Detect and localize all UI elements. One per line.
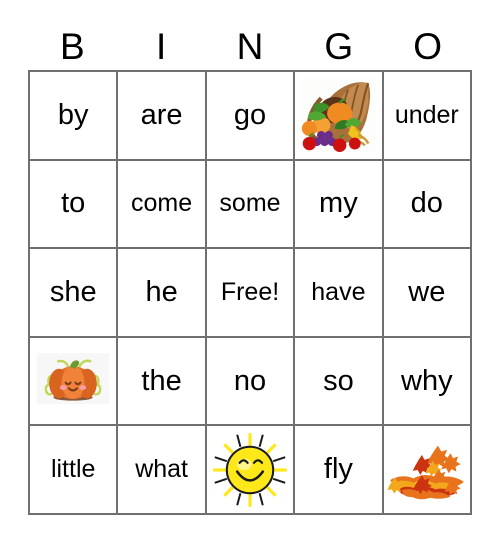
bingo-cell[interactable]: come bbox=[118, 160, 207, 250]
header-letter-b: B bbox=[60, 25, 85, 67]
cell-label: come bbox=[131, 189, 193, 218]
bingo-cell[interactable]: are bbox=[118, 72, 207, 161]
cell-label: are bbox=[140, 98, 183, 131]
cell-label: what bbox=[135, 455, 188, 484]
cell-label: he bbox=[145, 275, 178, 308]
bingo-cell[interactable]: he bbox=[118, 249, 207, 338]
cell-label: some bbox=[219, 189, 281, 218]
bingo-cell[interactable]: why bbox=[383, 337, 472, 427]
bingo-cell[interactable]: my bbox=[295, 160, 384, 250]
cell-label: why bbox=[401, 364, 453, 397]
bingo-card: B I N G O by are go under to come some m… bbox=[0, 0, 500, 544]
bingo-cell[interactable]: little bbox=[30, 426, 119, 515]
bingo-cell[interactable]: do bbox=[383, 160, 472, 250]
header-letter-n: N bbox=[236, 25, 264, 67]
header-letter-g: G bbox=[324, 25, 354, 67]
cell-label: go bbox=[233, 98, 267, 131]
bingo-header: B I N G O bbox=[28, 22, 472, 70]
bingo-cell[interactable]: we bbox=[383, 249, 472, 338]
bingo-cell[interactable]: she bbox=[30, 249, 119, 338]
bingo-cell[interactable]: so bbox=[295, 337, 384, 427]
bingo-cell[interactable]: fly bbox=[295, 426, 384, 515]
cell-label: the bbox=[141, 364, 182, 397]
cell-label: do bbox=[410, 187, 443, 220]
cell-label: Free! bbox=[220, 277, 280, 306]
bingo-cell[interactable]: under bbox=[383, 72, 472, 161]
bingo-cell[interactable] bbox=[383, 426, 472, 515]
cornucopia-icon bbox=[295, 72, 381, 159]
header-letter-o: O bbox=[413, 25, 442, 67]
bingo-grid: by are go under to come some my do she h… bbox=[28, 70, 472, 515]
bingo-cell[interactable] bbox=[30, 337, 119, 427]
bingo-cell[interactable]: to bbox=[30, 160, 119, 250]
cell-label: little bbox=[50, 455, 96, 484]
cell-label: fly bbox=[323, 453, 353, 486]
autumn-leaves-icon bbox=[384, 426, 470, 513]
bingo-cell[interactable]: what bbox=[118, 426, 207, 515]
bingo-cell[interactable]: some bbox=[206, 160, 296, 250]
cell-label: under bbox=[394, 100, 459, 129]
cell-label: my bbox=[319, 187, 358, 220]
bingo-cell-free[interactable]: Free! bbox=[206, 249, 296, 338]
cell-label: no bbox=[233, 364, 267, 397]
cell-label: have bbox=[311, 277, 366, 306]
bingo-cell[interactable] bbox=[206, 426, 296, 515]
header-letter-i: I bbox=[156, 25, 167, 67]
bingo-cell[interactable]: have bbox=[295, 249, 384, 338]
bingo-cell[interactable]: no bbox=[206, 337, 296, 427]
cell-label: so bbox=[323, 364, 354, 397]
sun-icon bbox=[207, 426, 293, 513]
bingo-cell[interactable]: go bbox=[206, 72, 296, 161]
pumpkin-icon bbox=[30, 338, 116, 425]
cell-label: we bbox=[408, 275, 446, 308]
bingo-cell[interactable]: the bbox=[118, 337, 207, 427]
cell-label: to bbox=[61, 187, 86, 220]
bingo-cell[interactable]: by bbox=[30, 72, 119, 161]
cell-label: by bbox=[57, 98, 89, 131]
bingo-cell[interactable] bbox=[295, 72, 384, 161]
cell-label: she bbox=[49, 275, 97, 308]
